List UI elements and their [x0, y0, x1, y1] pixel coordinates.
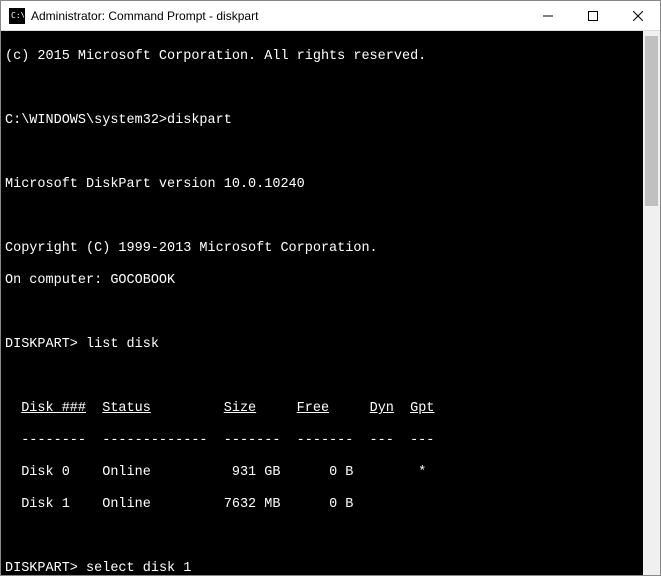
- vertical-scrollbar[interactable]: [643, 31, 660, 575]
- col-free: Free: [297, 401, 329, 416]
- computer-name: On computer: GOCOBOOK: [5, 273, 175, 288]
- col-gpt: Gpt: [410, 401, 434, 416]
- window-controls: [525, 1, 660, 30]
- col-size: Size: [224, 401, 256, 416]
- copyright-text: (c) 2015 Microsoft Corporation. All righ…: [5, 49, 426, 64]
- command-prompt-window: C:\ Administrator: Command Prompt - disk…: [0, 0, 661, 576]
- terminal-area: (c) 2015 Microsoft Corporation. All righ…: [1, 31, 660, 575]
- cmd-list-disk: list disk: [86, 337, 159, 352]
- diskpart-copyright: Copyright (C) 1999-2013 Microsoft Corpor…: [5, 241, 378, 256]
- diskpart-prompt: DISKPART>: [5, 337, 78, 352]
- path-prompt: C:\WINDOWS\system32>: [5, 113, 167, 128]
- terminal-output[interactable]: (c) 2015 Microsoft Corporation. All righ…: [1, 31, 643, 575]
- diskpart-version: Microsoft DiskPart version 10.0.10240: [5, 177, 305, 192]
- cmd-diskpart: diskpart: [167, 113, 232, 128]
- maximize-button[interactable]: [570, 1, 615, 30]
- col-status: Status: [102, 401, 151, 416]
- table-row: Disk 0 Online 931 GB 0 B *: [5, 465, 643, 481]
- svg-text:C:\: C:\: [11, 11, 24, 20]
- table-divider: -------- ------------- ------- ------- -…: [5, 433, 643, 449]
- close-button[interactable]: [615, 1, 660, 30]
- titlebar[interactable]: C:\ Administrator: Command Prompt - disk…: [1, 1, 660, 31]
- col-disk: Disk ###: [21, 401, 86, 416]
- col-dyn: Dyn: [370, 401, 394, 416]
- table-row: Disk 1 Online 7632 MB 0 B: [5, 497, 643, 513]
- window-title: Administrator: Command Prompt - diskpart: [31, 9, 525, 23]
- scrollbar-thumb[interactable]: [645, 36, 658, 206]
- cmd-select-disk: select disk 1: [86, 561, 191, 575]
- table-header-row: Disk ### Status Size Free Dyn Gpt: [5, 401, 643, 417]
- cmd-icon: C:\: [9, 8, 25, 24]
- diskpart-prompt: DISKPART>: [5, 561, 78, 575]
- minimize-button[interactable]: [525, 1, 570, 30]
